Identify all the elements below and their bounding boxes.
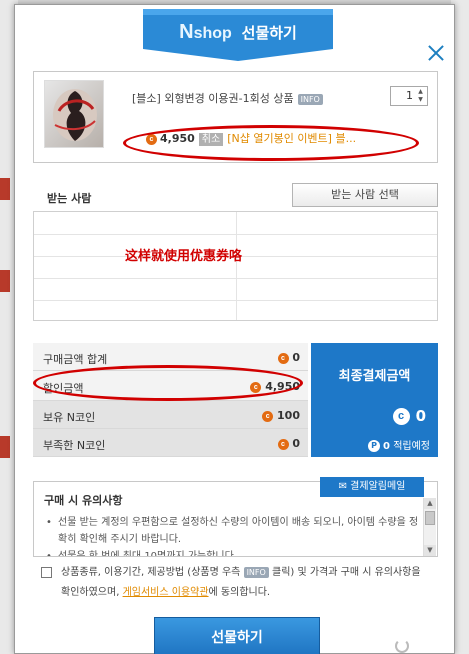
list-item: 선물 받는 계정의 우편함으로 설정하신 수량의 아이템이 배송 되오니, 아이… xyxy=(46,514,424,548)
scroll-thumb[interactable] xyxy=(425,511,435,525)
recipient-row[interactable] xyxy=(34,278,437,279)
annotation-text: 这样就使用优惠券咯 xyxy=(125,249,243,264)
recipients-title: 받는 사람 xyxy=(47,192,92,205)
ncoin-icon: c xyxy=(262,410,274,422)
final-payment-panel: 최종결제금액 c0 P0 적립예정 xyxy=(311,343,438,457)
info-badge[interactable]: INFO xyxy=(243,566,269,578)
chevron-down-icon[interactable]: ▼ xyxy=(416,96,425,104)
agreement-checkbox[interactable] xyxy=(41,567,52,578)
payment-label: 구매금액 합계 xyxy=(43,353,108,366)
character-image-icon xyxy=(53,89,97,141)
quantity-value: 1 xyxy=(406,89,413,102)
notes-list: 선물 받는 계정의 우편함으로 설정하신 수량의 아이템이 배송 되오니, 아이… xyxy=(46,514,424,556)
gift-button[interactable]: 선물하기 xyxy=(154,617,320,654)
payment-label: 부족한 N코인 xyxy=(43,439,106,452)
background-red-tab xyxy=(0,436,10,458)
quantity-stepper[interactable]: 1 ▲ ▼ xyxy=(390,86,428,106)
terms-link[interactable]: 게임서비스 이용약관 xyxy=(123,587,209,598)
payment-mail-button[interactable]: ✉ 결제알림메일 xyxy=(320,477,424,497)
points-value: 0 xyxy=(383,441,390,452)
ncoin-icon: c xyxy=(392,408,410,425)
payment-value: 0 xyxy=(292,351,300,364)
highlight-oval xyxy=(33,365,303,401)
nshop-logo: Nshop xyxy=(179,21,232,43)
notes-scrollbar[interactable]: ▲ ▼ xyxy=(423,498,436,556)
recipient-row[interactable] xyxy=(34,300,437,301)
ncoin-icon: c xyxy=(277,352,289,364)
info-badge[interactable]: INFO xyxy=(297,93,323,105)
product-thumbnail xyxy=(44,80,104,148)
select-recipient-button[interactable]: 받는 사람 선택 xyxy=(292,183,438,207)
final-payment-amount: 0 xyxy=(415,407,426,425)
ncoin-icon: c xyxy=(277,438,289,450)
points-icon: P xyxy=(368,440,381,452)
payment-value: 100 xyxy=(277,409,300,422)
agreement-text: 상품종류, 이용기간, 제공방법 (상품명 우측 INFO 클릭) 및 가격과 … xyxy=(61,566,421,598)
recipients-column-divider xyxy=(236,212,237,320)
notes-title: 구매 시 유의사항 xyxy=(44,494,123,507)
background-red-tab xyxy=(0,178,10,200)
gift-dialog: Nshop 선물하기 [블소] 외형변경 이용권-1회성 상품 INFO 1 ▲ … xyxy=(14,4,455,654)
payment-value: 0 xyxy=(292,437,300,450)
recipient-row[interactable] xyxy=(34,234,437,235)
scroll-up-icon[interactable]: ▲ xyxy=(424,498,436,509)
payment-label: 보유 N코인 xyxy=(43,411,96,424)
background-red-tab xyxy=(0,270,10,292)
payment-row: 보유 N코인 c 100 xyxy=(33,401,308,429)
close-icon[interactable] xyxy=(426,43,446,63)
points-label: 적립예정 xyxy=(393,441,430,452)
highlight-oval xyxy=(123,125,419,161)
product-name: [블소] 외형변경 이용권-1회성 상품 xyxy=(132,92,294,105)
mail-icon: ✉ xyxy=(338,481,351,492)
list-item: 선물은 한 번에 최대 10명까지 가능합니다. xyxy=(46,548,424,556)
payment-row: 부족한 N코인 c 0 xyxy=(33,429,308,457)
scroll-down-icon[interactable]: ▼ xyxy=(424,545,436,556)
loading-spinner-icon xyxy=(395,639,409,653)
final-payment-title: 최종결제금액 xyxy=(338,369,411,384)
nshop-banner: Nshop 선물하기 xyxy=(143,9,333,61)
chevron-up-icon[interactable]: ▲ xyxy=(416,88,425,96)
recipients-list xyxy=(33,211,438,321)
payment-mail-label: 결제알림메일 xyxy=(350,481,406,492)
dialog-title: 선물하기 xyxy=(241,24,297,42)
